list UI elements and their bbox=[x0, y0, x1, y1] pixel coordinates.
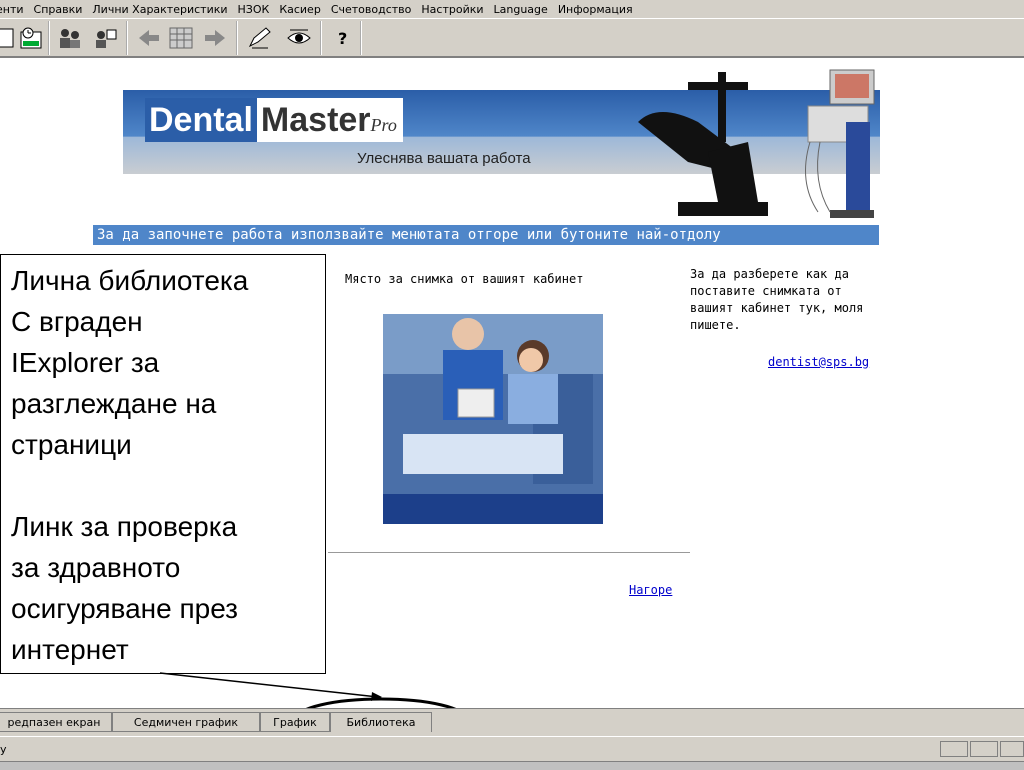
menu-item-info[interactable]: Информация bbox=[552, 3, 639, 16]
app-logo: Dental MasterPro bbox=[145, 98, 403, 142]
logo-master-text: Master bbox=[260, 101, 371, 139]
dental-chair-illustration bbox=[638, 69, 875, 218]
callout-line: IExplorer за bbox=[11, 347, 160, 378]
status-bar: у bbox=[0, 736, 1024, 770]
help-icon[interactable]: ? bbox=[330, 25, 356, 51]
browser-content: Dental MasterPro Улеснява вашата работа … bbox=[0, 58, 1024, 708]
photo-instructions: За да разберете как да поставите снимкат… bbox=[690, 267, 864, 332]
tab-schedule[interactable]: График bbox=[260, 712, 330, 732]
taskbar-strip bbox=[0, 761, 1024, 770]
schedule-icon[interactable] bbox=[18, 25, 44, 51]
logo-pro: Pro bbox=[370, 115, 397, 135]
logo-word-master: MasterPro bbox=[256, 98, 403, 142]
tab-bar: редпазен екран Седмичен график График Би… bbox=[0, 708, 1024, 736]
office-photo bbox=[383, 314, 603, 524]
calendar-grid-icon[interactable] bbox=[168, 25, 194, 51]
status-panel bbox=[940, 741, 968, 757]
eye-icon[interactable] bbox=[286, 25, 312, 51]
menu-item-personal[interactable]: Лични Характеристики bbox=[86, 3, 233, 16]
callout-line: страници bbox=[11, 429, 132, 460]
tab-weekly-schedule[interactable]: Седмичен график bbox=[112, 712, 260, 732]
info-strip: За да започнете работа използвайте менют… bbox=[93, 225, 879, 245]
divider bbox=[328, 552, 690, 553]
menu-item-settings[interactable]: Настройки bbox=[415, 3, 489, 16]
arrow-right-icon[interactable] bbox=[202, 25, 228, 51]
logo-word-dental: Dental bbox=[145, 98, 257, 142]
menu-item-reports[interactable]: Справки bbox=[28, 3, 89, 16]
menu-item-accounting[interactable]: Счетоводство bbox=[325, 3, 418, 16]
photo-label: Място за снимка от вашият кабинет bbox=[345, 272, 584, 286]
menu-bar: енти Справки Лични Характеристики НЗОК К… bbox=[0, 0, 1024, 18]
status-text: у bbox=[0, 743, 7, 756]
status-panel bbox=[970, 741, 998, 757]
toolbar: ? bbox=[0, 18, 1024, 58]
new-document-icon[interactable] bbox=[0, 25, 20, 51]
tab-library[interactable]: Библиотека bbox=[330, 712, 432, 732]
arrow-left-icon[interactable] bbox=[136, 25, 162, 51]
menu-item-instruments[interactable]: енти bbox=[0, 3, 30, 16]
status-panel bbox=[1000, 741, 1024, 757]
callout-line: С вграден bbox=[11, 306, 143, 337]
menu-item-nzok[interactable]: НЗОК bbox=[232, 3, 276, 16]
doctor-icon[interactable] bbox=[92, 25, 118, 51]
svg-text:?: ? bbox=[338, 29, 347, 48]
banner-slogan: Улеснява вашата работа bbox=[357, 150, 531, 167]
menu-item-language[interactable]: Language bbox=[488, 3, 554, 16]
callout-line: интернет bbox=[11, 634, 129, 665]
patients-icon[interactable] bbox=[56, 25, 82, 51]
menu-item-cashier[interactable]: Касиер bbox=[273, 3, 327, 16]
email-link[interactable]: dentist@sps.bg bbox=[768, 355, 869, 369]
callout-line: за здравното bbox=[11, 552, 181, 583]
back-to-top-link[interactable]: Нагоре bbox=[629, 583, 672, 597]
annotation-callout: Лична библиотека С вграден IExplorer за … bbox=[0, 254, 326, 674]
callout-line: Линк за проверка bbox=[11, 511, 238, 542]
tab-screensaver[interactable]: редпазен екран bbox=[0, 712, 112, 732]
callout-line: Лична библиотека bbox=[11, 265, 249, 296]
callout-line: разглеждане на bbox=[11, 388, 217, 419]
callout-line: осигуряване през bbox=[11, 593, 239, 624]
edit-tool-icon[interactable] bbox=[246, 25, 272, 51]
